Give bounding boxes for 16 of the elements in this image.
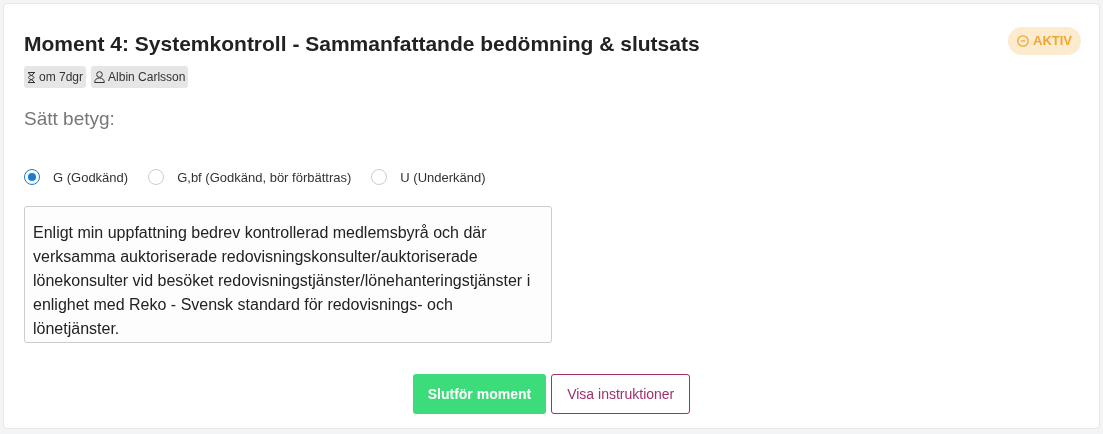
grade-option[interactable]: G (Godkänd)	[24, 167, 129, 187]
option-label: U (Underkänd)	[400, 168, 486, 187]
grade-option[interactable]: U (Underkänd)	[371, 167, 486, 187]
status-label: AKTIV	[1033, 32, 1072, 51]
grade-heading: Sätt betyg:	[24, 107, 116, 131]
tag-label: Albin Carlsson	[108, 69, 186, 86]
person-icon	[94, 71, 106, 83]
option-label: G (Godkänd)	[53, 168, 129, 187]
comment-field[interactable]: Enligt min uppfattning bedrev kontrollerad medlemsbyrå och där verksamma auktoriserade redovisningskonsulter/auktoriserade lönekonsulter vid besöket redovisningstjänster/lönehanteringstjänster i enlighet med Reko - Svensk standard för redovisnings- och lönetjänster.	[24, 206, 552, 343]
tag-label: om 7dgr	[39, 69, 84, 86]
hourglass-icon	[27, 71, 36, 83]
grade-option[interactable]: G,bf (Godkänd, bör förbättras)	[148, 167, 352, 187]
instructions-button[interactable]: Visa instruktioner	[551, 374, 691, 414]
minus-circle-icon	[1017, 35, 1029, 47]
option-label: G,bf (Godkänd, bör förbättras)	[177, 168, 352, 187]
card-title: Moment 4: Systemkontroll - Sammanfattande bedömning & slutsats	[24, 31, 700, 57]
